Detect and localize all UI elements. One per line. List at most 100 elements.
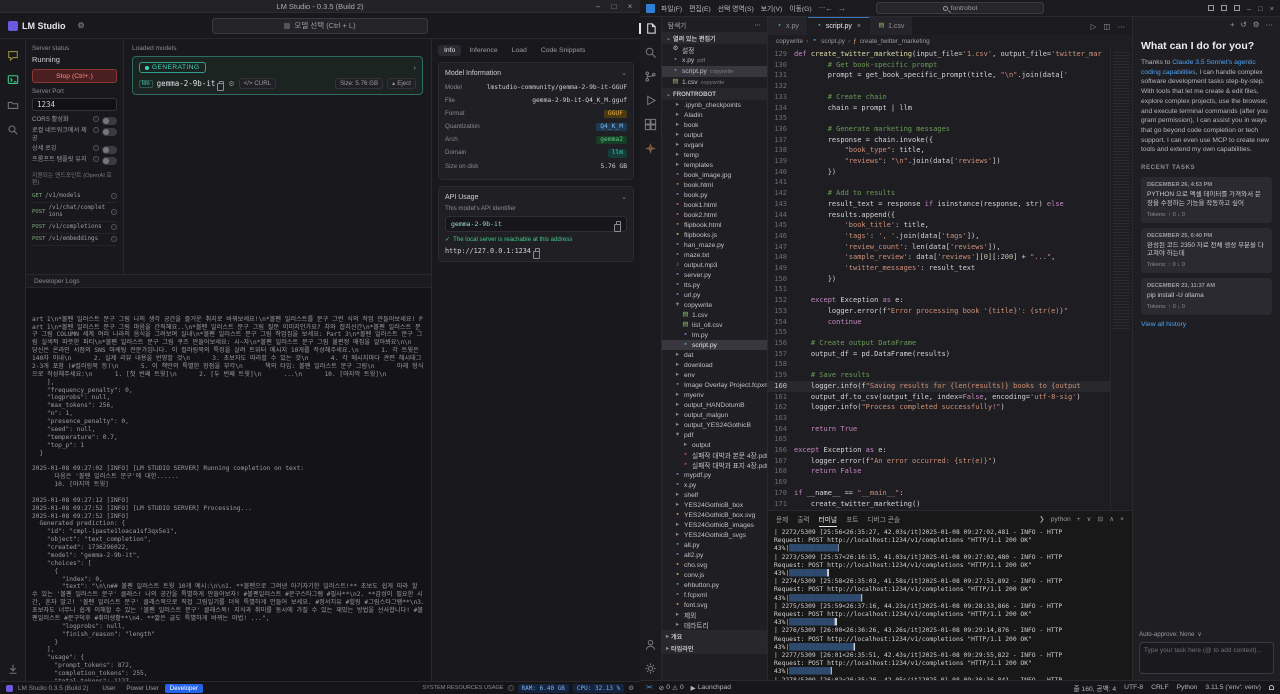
open-editor-item[interactable]: script.py copywrite (662, 66, 767, 77)
new-task-icon[interactable]: + (1230, 20, 1234, 29)
tree-item[interactable]: url.py (662, 290, 767, 300)
notifications-icon[interactable] (1269, 685, 1274, 690)
info-tab[interactable]: Info (438, 45, 462, 56)
forward-icon[interactable]: → (838, 4, 846, 13)
tree-item[interactable]: output_YES24GothicB (662, 420, 767, 430)
workspace-root-header[interactable]: ⌄ FRONTROBOT (662, 88, 767, 100)
minimap[interactable] (1110, 48, 1132, 510)
split-editor-icon[interactable]: ◫ (1103, 22, 1110, 31)
back-icon[interactable]: ← (825, 4, 833, 13)
timeline-header[interactable]: ▸ 타임라인 (662, 642, 767, 654)
tree-item[interactable]: lm.py (662, 330, 767, 340)
toggle-switch[interactable] (102, 145, 117, 154)
launchpad-item[interactable]: ▶ Launchpad (691, 684, 731, 692)
language-mode[interactable]: Python (1177, 684, 1198, 691)
tree-item[interactable]: YES24GothicB_svgs (662, 530, 767, 540)
tree-item[interactable]: shelf (662, 490, 767, 500)
chevron-down-icon[interactable]: ∨ (1087, 515, 1092, 523)
more-actions-icon[interactable]: ⋯ (754, 21, 761, 29)
info-icon[interactable]: i (111, 208, 117, 215)
menu-item[interactable]: 선택 영역(S) (718, 3, 754, 13)
terminal-output[interactable]: | 2272/5309 [25:56<26:35:27, 42.03s/it]2… (768, 527, 1132, 680)
more-actions-icon[interactable]: ⋯ (1118, 22, 1126, 31)
editor-tab[interactable]: script.py × (807, 17, 870, 35)
tree-item[interactable]: 1.csv (662, 310, 767, 320)
search-icon[interactable] (644, 46, 657, 59)
more-actions-icon[interactable]: ⋯ (1266, 20, 1274, 29)
info-icon[interactable]: i (93, 127, 99, 133)
tree-item[interactable]: server.py (662, 270, 767, 280)
tree-item[interactable]: output_HANDotumB (662, 400, 767, 410)
server-address[interactable]: http://127.0.0.1:1234 (445, 247, 531, 255)
api-identifier-chip[interactable]: gemma-2-9b-it (445, 216, 627, 233)
panel-tab[interactable]: 출력 (797, 511, 809, 527)
tree-item[interactable]: dat (662, 350, 767, 360)
model-settings-icon[interactable]: ⚙ (228, 80, 234, 88)
layout-icon[interactable] (1233, 5, 1240, 11)
model-select-dropdown[interactable]: 모델 선택 (Ctrl + L) (212, 17, 428, 34)
shell-label[interactable]: python (1051, 516, 1071, 523)
info-icon[interactable]: i (507, 685, 514, 691)
python-interpreter[interactable]: 3.11.5 ('env': venv) (1205, 684, 1261, 691)
tree-item[interactable]: ehbutton.py (662, 580, 767, 590)
toggle-switch[interactable] (102, 128, 117, 136)
tree-item[interactable]: conv.js (662, 570, 767, 580)
open-editor-item[interactable]: 설정 (662, 44, 767, 55)
maximize-icon[interactable]: □ (1258, 4, 1263, 13)
close-panel-icon[interactable]: × (1120, 516, 1124, 523)
tree-item[interactable]: book (662, 120, 767, 130)
outline-header[interactable]: ▸ 개요 (662, 630, 767, 642)
tree-item[interactable]: maze.txt (662, 250, 767, 260)
info-icon[interactable]: i (111, 224, 117, 231)
menu-item[interactable]: 파일(F) (661, 3, 682, 13)
tree-item[interactable]: font.svg (662, 600, 767, 610)
tree-item[interactable]: temp (662, 150, 767, 160)
copy-icon[interactable] (614, 221, 621, 232)
run-file-icon[interactable]: ▷ (1091, 22, 1097, 31)
kill-terminal-icon[interactable]: ⊟ (1098, 515, 1104, 523)
panel-tab[interactable]: 문제 (776, 511, 788, 527)
tree-item[interactable]: x.py (662, 480, 767, 490)
tree-item[interactable]: list_oll.csv (662, 320, 767, 330)
info-tab[interactable]: Load (506, 45, 533, 56)
info-icon[interactable]: i (111, 193, 117, 200)
info-icon[interactable]: i (111, 236, 117, 243)
tree-item[interactable]: env (662, 370, 767, 380)
tree-item[interactable]: pdf (662, 430, 767, 440)
tree-item[interactable]: 실패작 대박과 표지 4장.pdf (662, 460, 767, 470)
task-card[interactable]: DECEMBER 25, 6:40 PM 완성된 코드 2350 자료 전체 생… (1141, 227, 1272, 274)
settings-gear-icon[interactable]: ⚙ (1253, 20, 1260, 29)
maximize-icon[interactable]: □ (606, 0, 622, 12)
info-icon[interactable]: i (93, 116, 99, 122)
tree-item[interactable]: svgani (662, 140, 767, 150)
tree-item[interactable]: 실패작 대박과 본문 4장.pdf (662, 450, 767, 460)
open-editors-header[interactable]: ⌄ 열려 있는 편집기 (662, 32, 767, 44)
search-icon[interactable] (7, 124, 19, 136)
cursor-position[interactable]: 줄 160, 공백: 4 (1074, 683, 1117, 693)
tree-item[interactable]: 테라트리 (662, 620, 767, 630)
tree-item[interactable]: book1.html (662, 200, 767, 210)
close-icon[interactable]: × (1270, 4, 1274, 13)
tree-item[interactable]: book2.html (662, 210, 767, 220)
stop-server-button[interactable]: Stop (Ctrl+.) (32, 69, 117, 83)
toggle-switch[interactable] (102, 156, 117, 165)
view-all-history-link[interactable]: View all history (1141, 321, 1272, 328)
editor-tab[interactable]: 1.csv × (870, 17, 914, 35)
user-mode-option[interactable]: User (97, 684, 120, 693)
eol-indicator[interactable]: CRLF (1151, 684, 1168, 691)
user-mode-option[interactable]: Power User (121, 684, 163, 693)
tree-item[interactable]: YES24GothicB_box.svg (662, 510, 767, 520)
tree-item[interactable]: book.py (662, 190, 767, 200)
menu-item[interactable]: 편집(E) (689, 3, 711, 13)
maximize-panel-icon[interactable]: ∧ (1109, 515, 1114, 523)
extensions-icon[interactable] (644, 118, 657, 131)
auto-approve-toggle[interactable]: Auto-approve: None ∨ (1139, 631, 1274, 638)
tools-icon[interactable]: ⚙ (78, 21, 85, 30)
minimize-icon[interactable]: – (1247, 4, 1251, 13)
tree-item[interactable]: mypdf.py (662, 470, 767, 480)
toggle-switch[interactable] (102, 117, 117, 125)
developer-icon[interactable] (7, 74, 19, 86)
tree-item[interactable]: book_image.jpg (662, 170, 767, 180)
close-icon[interactable]: × (622, 0, 638, 12)
tree-item[interactable]: myenv (662, 390, 767, 400)
